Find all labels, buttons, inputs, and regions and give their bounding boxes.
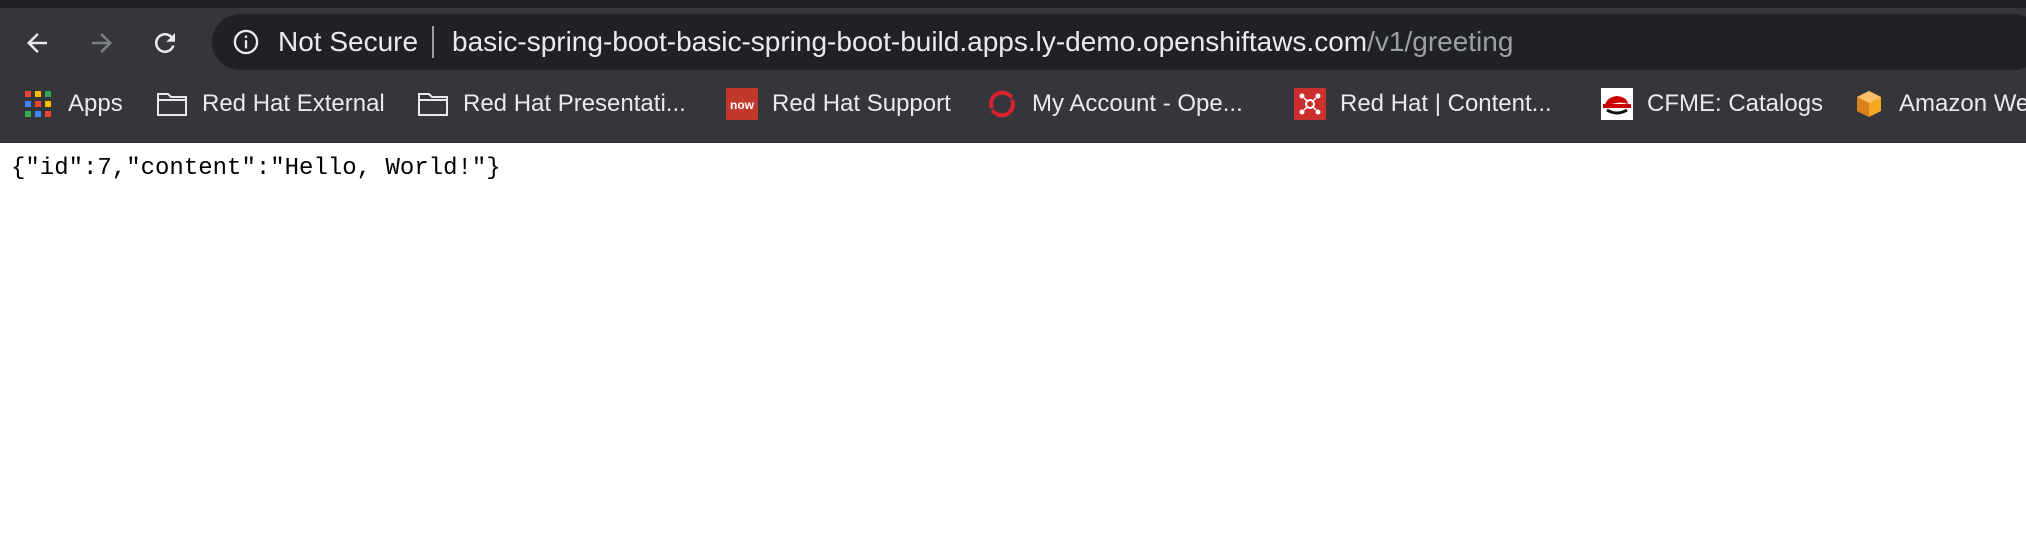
tab-strip-edge <box>0 0 2026 8</box>
bookmark-amazon-web[interactable]: Amazon We <box>1853 80 2026 128</box>
bookmark-apps[interactable]: Apps <box>22 80 123 128</box>
url-host: basic-spring-boot-basic-spring-boot-buil… <box>452 26 1368 57</box>
arrow-left-icon <box>27 33 47 53</box>
now-logo-icon: now <box>726 88 758 120</box>
bookmark-label: Red Hat Presentati... <box>463 90 686 117</box>
json-response-text: {"id":7,"content":"Hello, World!"} <box>11 155 501 182</box>
arrow-right-icon <box>92 33 112 53</box>
bookmark-red-hat-presentations[interactable]: Red Hat Presentati... <box>417 80 686 128</box>
bookmark-label: Red Hat | Content... <box>1340 90 1552 117</box>
bookmark-red-hat-external[interactable]: Red Hat External <box>156 80 385 128</box>
bookmark-label: Amazon We <box>1899 90 2026 117</box>
url-text[interactable]: basic-spring-boot-basic-spring-boot-buil… <box>452 14 1513 70</box>
forward-button[interactable] <box>80 21 124 65</box>
bookmark-red-hat-content[interactable]: Red Hat | Content... <box>1294 80 1552 128</box>
bookmark-label: CFME: Catalogs <box>1647 90 1824 117</box>
bookmarks-bar: Apps Red Hat External Red Hat Presentati… <box>0 80 2026 128</box>
security-status-label[interactable]: Not Secure <box>278 14 418 70</box>
bookmark-label: Red Hat External <box>202 90 385 117</box>
omnibox-divider <box>432 26 434 58</box>
bookmark-label: Red Hat Support <box>772 90 951 117</box>
network-nodes-icon <box>1294 88 1326 120</box>
svg-text:now: now <box>730 98 755 112</box>
bookmark-label: Apps <box>68 90 123 117</box>
address-bar[interactable]: Not Secure basic-spring-boot-basic-sprin… <box>212 14 2026 70</box>
info-icon[interactable] <box>232 28 260 56</box>
browser-chrome: Not Secure basic-spring-boot-basic-sprin… <box>0 0 2026 143</box>
url-path: /v1/greeting <box>1367 26 1514 57</box>
browser-toolbar: Not Secure basic-spring-boot-basic-sprin… <box>0 8 2026 74</box>
reload-button[interactable] <box>143 21 187 65</box>
bookmark-red-hat-support[interactable]: now Red Hat Support <box>726 80 951 128</box>
reload-icon <box>155 33 175 53</box>
redhat-shadowman-icon <box>1601 88 1633 120</box>
folder-icon <box>417 88 449 120</box>
bookmark-cfme-catalogs[interactable]: CFME: Catalogs <box>1601 80 1823 128</box>
openshift-icon <box>986 88 1018 120</box>
bookmark-label: My Account - Ope... <box>1032 90 1243 117</box>
folder-icon <box>156 88 188 120</box>
back-button[interactable] <box>15 21 59 65</box>
aws-box-icon <box>1853 88 1885 120</box>
bookmark-my-account[interactable]: My Account - Ope... <box>986 80 1243 128</box>
apps-grid-icon <box>22 88 54 120</box>
